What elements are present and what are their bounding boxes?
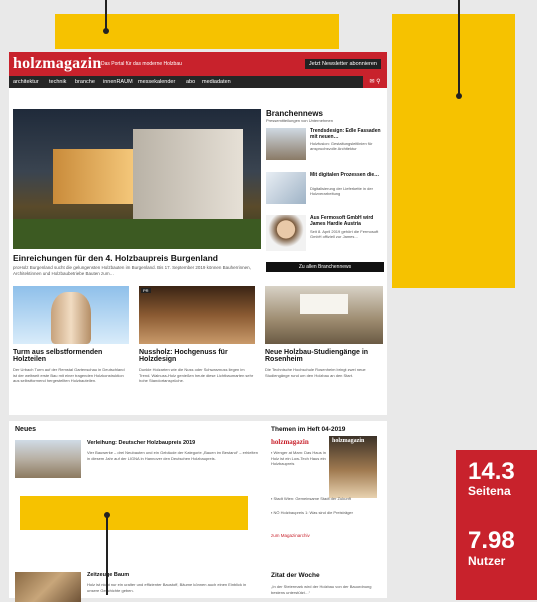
nav-item-innenraum[interactable]: innenRAUM (103, 76, 133, 88)
hero-wall (133, 129, 243, 224)
article-text-3: Die Technische Hochschule Rosenheim brin… (265, 367, 366, 378)
news-thumb-1[interactable] (266, 128, 306, 160)
newsletter-button[interactable]: Jetzt Newsletter abonnieren (304, 59, 381, 69)
ad-banner-top[interactable] (55, 14, 339, 49)
themen-bullet-text-3: NÖ Holzbaupreis 1: Was sind die Preisträ… (273, 510, 353, 515)
hero-text: proHolz Burgenland sucht die gelungenste… (13, 265, 251, 276)
site-tagline: Das Portal für das moderne Holzbau (101, 61, 182, 67)
leader-line-top (105, 0, 107, 30)
neues-thumb-2[interactable] (15, 572, 81, 602)
branchennews-subtitle: Pressemitteilungen von Unternehmen (266, 118, 333, 123)
themen-bullet-text-1: Wenger at Mam: Das Haus in Holz ist ein … (271, 450, 326, 466)
news-text-3: Seit 8. April 2019 gehört die Fermosoft … (310, 229, 379, 239)
hero-building (53, 149, 133, 204)
news-text-2: Digitalisierung der Lieferkette in der H… (310, 186, 373, 196)
zitat-title: Zitat der Woche (271, 572, 320, 579)
article-text-1: Der Urbach Turm auf der Remstal Gartensc… (13, 367, 125, 383)
tower-shape (51, 292, 91, 344)
site-logo[interactable]: holzmagazin (13, 55, 101, 73)
news-thumb-2[interactable] (266, 172, 306, 204)
leader-line-right (458, 0, 460, 96)
ad-banner-middle[interactable] (20, 496, 248, 530)
nav-item-mediadaten[interactable]: mediadaten (202, 76, 231, 88)
nav-item-technik[interactable]: technik (49, 76, 66, 88)
divider (9, 415, 387, 421)
lecture-screen (300, 294, 348, 314)
neues-item-title-1[interactable]: Verleihung: Deutscher Holzbaupreis 2019 (87, 440, 257, 446)
news-title-2[interactable]: Mit digitalen Prozessen die… (310, 172, 384, 178)
neues-item-text-2: Holz ist nicht nur ein uralter und effiz… (87, 582, 247, 593)
nav-icons: ✉ ⚲ (363, 76, 387, 88)
stats-box: 14.3 Seitena 7.98 Nutzer (456, 450, 537, 600)
themen-bullet-1: ▪ Wenger at Mam: Das Haus in Holz ist ei… (271, 450, 326, 466)
themen-archive-link[interactable]: zum Magazinarchiv (271, 533, 310, 538)
article-text-2: Dunkle Holzarten wie die Nuss oder Schwa… (139, 367, 254, 383)
branchennews-title: Branchennews (266, 109, 323, 118)
nav-item-branche[interactable]: branche (75, 76, 95, 88)
mail-icon[interactable]: ✉ (369, 79, 374, 85)
article-title-3[interactable]: Neue Holzbau-Studiengänge in Rosenheim (265, 349, 383, 363)
zitat-text: „In der Steiermark wird der Holzbau von … (271, 584, 372, 595)
hero-lawn (13, 219, 261, 249)
themen-title: Themen im Heft 04-2019 (271, 426, 346, 433)
stat-value-1: 14.3 (468, 458, 515, 485)
main-nav: architektur technik branche innenRAUM me… (9, 76, 387, 88)
nav-item-messekalender[interactable]: messekalender (138, 76, 175, 88)
neues-thumb-1[interactable] (15, 440, 81, 478)
pr-badge: PR (141, 288, 151, 293)
leader-line-bottom (106, 515, 108, 595)
article-title-1[interactable]: Turm aus selbstformenden Holzteilen (13, 349, 131, 363)
neues-item-title-2[interactable]: Zeitzeuge Baum (87, 572, 257, 578)
site-header: holzmagazin Das Portal für das moderne H… (9, 52, 387, 76)
article-title-2[interactable]: Nussholz: Hochgenuss für Holzdesign (139, 349, 257, 363)
article-image-1[interactable] (13, 286, 129, 344)
ad-skyscraper[interactable] (392, 14, 515, 288)
themen-bullet-text-2: Stadt Wien: Gemeinsame Stadt der Zukunft (273, 496, 351, 501)
leader-dot-top (103, 28, 109, 34)
magazine-cover[interactable]: holzmagazin (329, 436, 377, 498)
all-branchennews-button[interactable]: Zu allen Branchennews (266, 262, 384, 272)
nav-item-architektur[interactable]: architektur (13, 76, 39, 88)
themen-logo: holzmagazin (271, 438, 309, 446)
hero-image[interactable] (13, 109, 261, 249)
themen-bullet-3: ▪ NÖ Holzbaupreis 1: Was sind die Preist… (271, 510, 353, 515)
search-icon[interactable]: ⚲ (376, 79, 380, 85)
news-title-1[interactable]: Trendsdesign: Edle Fassaden mit neuen… (310, 128, 384, 140)
article-image-2[interactable]: PR (139, 286, 255, 344)
hero-title[interactable]: Einreichungen für den 4. Holzbaupreis Bu… (13, 253, 263, 263)
themen-bullet-2: ▪ Stadt Wien: Gemeinsame Stadt der Zukun… (271, 496, 351, 501)
stat-value-2: 7.98 (468, 527, 515, 554)
nav-item-abo[interactable]: abo (186, 76, 195, 88)
neues-item-text-1: Vier Bauwerke – drei Neubauten und ein G… (87, 450, 258, 461)
article-image-3[interactable] (265, 286, 383, 344)
news-text-1: Holzfusion: Gestaltungsleitlinien für an… (310, 141, 373, 151)
stat-label-1: Seitena (468, 484, 511, 498)
cover-logo: holzmagazin (332, 438, 365, 444)
leader-dot-right (456, 93, 462, 99)
neues-title: Neues (15, 426, 37, 433)
news-title-3[interactable]: Aus Fermosoft GmbH wird James Hardie Aus… (310, 215, 384, 227)
news-thumb-3[interactable] (266, 215, 306, 251)
stat-label-2: Nutzer (468, 554, 506, 568)
